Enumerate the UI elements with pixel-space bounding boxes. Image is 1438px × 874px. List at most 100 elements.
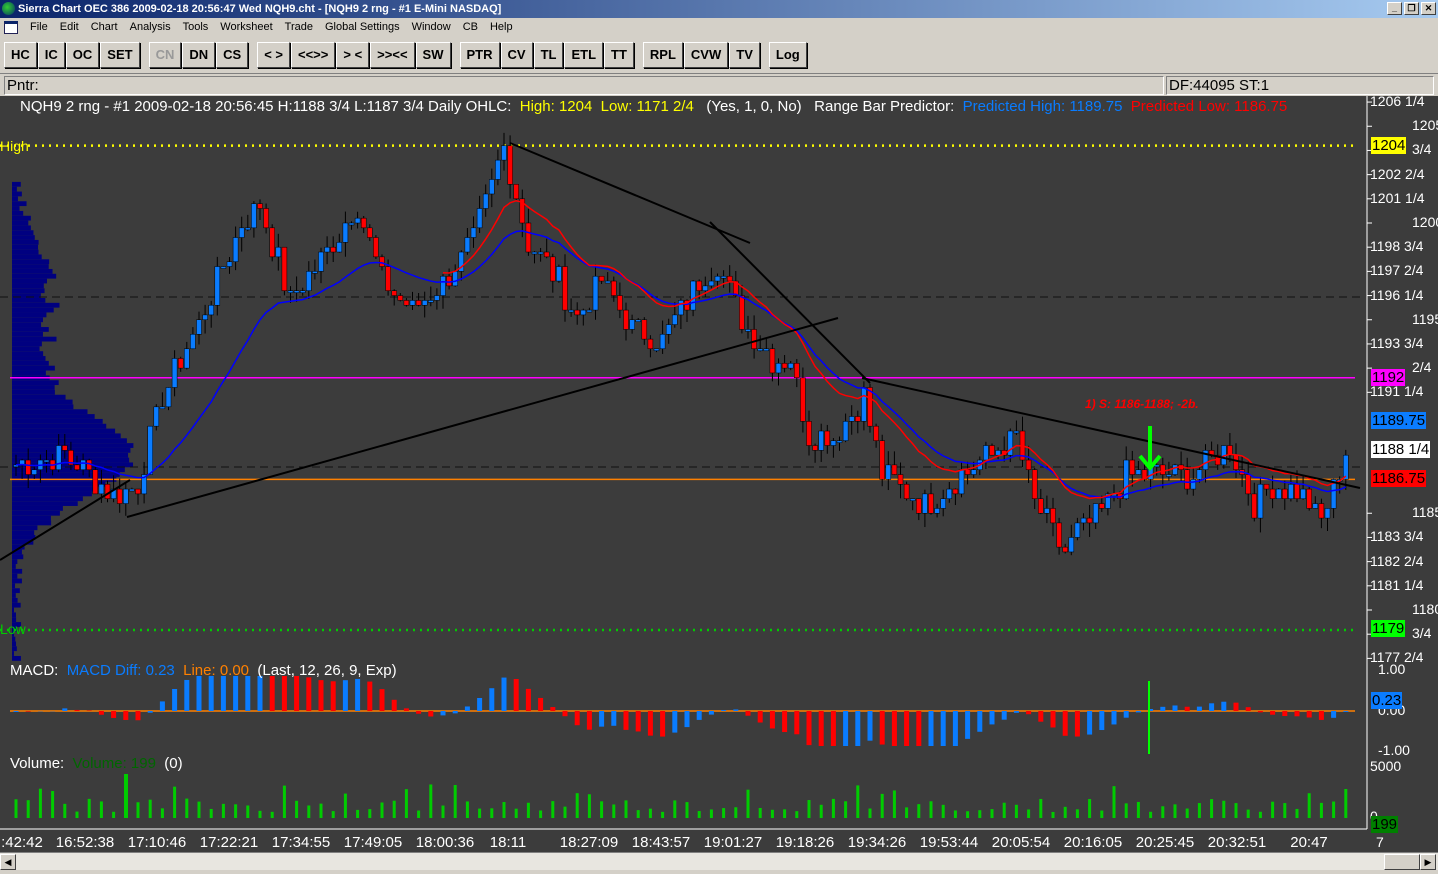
- chart-area[interactable]: NQH9 2 rng - #1 2009-02-18 20:56:45 H:11…: [0, 96, 1438, 852]
- close-button[interactable]: ✕: [1421, 2, 1436, 15]
- time-axis-label: 18:11: [489, 834, 527, 851]
- toolbar-button-rpl[interactable]: RPL: [642, 42, 683, 68]
- candle-body: [31, 469, 38, 475]
- candle-body: [1025, 459, 1032, 470]
- volume-legend: Volume: Volume: 199 (0): [10, 755, 183, 772]
- macd-histogram-bar: [1245, 707, 1251, 711]
- toolbar-button-log[interactable]: Log: [768, 42, 807, 68]
- candle-body: [1044, 508, 1050, 514]
- volume-bar: [1332, 801, 1336, 818]
- price-badge: 1189.75: [1371, 412, 1427, 430]
- menu-file[interactable]: File: [24, 18, 54, 37]
- candle-body: [1172, 464, 1178, 475]
- volume-profile-bar: [12, 230, 34, 236]
- toolbar-button-set[interactable]: SET: [100, 42, 140, 68]
- volume-bar: [758, 808, 762, 818]
- price-axis-label: 2/4: [1412, 359, 1432, 376]
- toolbar-button-oc[interactable]: OC: [65, 42, 100, 68]
- candle-body: [287, 290, 294, 293]
- macd-histogram-bar: [745, 711, 751, 716]
- toolbar-button-[interactable]: > <: [336, 42, 370, 68]
- candle-body: [293, 290, 300, 293]
- volume-bar: [124, 774, 128, 818]
- menu-worksheet[interactable]: Worksheet: [214, 18, 278, 37]
- app-logo-icon: [2, 2, 15, 15]
- toolbar-button-cvw[interactable]: CVW: [683, 42, 729, 68]
- volume-profile-bar: [12, 481, 106, 487]
- volume-bar: [392, 800, 396, 818]
- toolbar-button-[interactable]: < >: [257, 42, 290, 68]
- macd-histogram-bar: [147, 711, 153, 713]
- volume-profile-bar: [12, 578, 22, 584]
- menu-analysis[interactable]: Analysis: [124, 18, 177, 37]
- price-axis-label: 1201 1/4: [1370, 189, 1425, 206]
- menu-cb[interactable]: CB: [457, 18, 484, 37]
- minimize-button[interactable]: _: [1387, 2, 1402, 15]
- macd-histogram-bar: [1331, 711, 1337, 718]
- volume-profile-bar: [12, 394, 66, 400]
- macd-histogram-bar: [794, 711, 800, 735]
- volume-bar: [636, 810, 640, 818]
- candle-body: [348, 222, 355, 226]
- volume-bar: [953, 810, 957, 818]
- volume-bar: [880, 793, 884, 818]
- volume-profile-bar: [12, 496, 83, 502]
- menu-trade[interactable]: Trade: [279, 18, 319, 37]
- volume-profile-bar: [12, 501, 78, 506]
- volume-profile-bar: [12, 346, 40, 352]
- volume-bar: [404, 789, 408, 818]
- candle-body: [1184, 469, 1190, 490]
- document-icon[interactable]: [4, 21, 18, 34]
- candle-body: [470, 227, 477, 238]
- candle-body: [812, 445, 818, 451]
- toolbar-button-ic[interactable]: IC: [37, 42, 65, 68]
- maximize-button[interactable]: ❐: [1404, 2, 1419, 15]
- toolbar-button-[interactable]: <<>>: [291, 42, 336, 68]
- toolbar-button-sw[interactable]: SW: [415, 42, 451, 68]
- macd-histogram-bar: [891, 711, 897, 746]
- horizontal-scrollbar[interactable]: ◀ ▶: [0, 852, 1438, 870]
- candle-body: [354, 217, 361, 224]
- volume-bar: [234, 804, 238, 818]
- volume-profile-bar: [12, 249, 39, 255]
- menu-help[interactable]: Help: [484, 18, 519, 37]
- scroll-thumb[interactable]: [1384, 854, 1420, 870]
- candle-body: [928, 493, 934, 514]
- toolbar-button-cn[interactable]: CN: [148, 42, 182, 68]
- candle-body: [678, 300, 684, 316]
- price-axis-label: 1193 3/4: [1370, 334, 1424, 351]
- toolbar-button-ptr[interactable]: PTR: [459, 42, 500, 68]
- macd-histogram-bar: [538, 697, 544, 711]
- volume-bar: [1027, 809, 1031, 818]
- menu-edit[interactable]: Edit: [54, 18, 85, 37]
- candle-body: [995, 450, 1001, 456]
- toolbar-button-tl[interactable]: TL: [533, 42, 564, 68]
- price-chart-svg[interactable]: [0, 96, 1438, 852]
- candle-body: [598, 275, 605, 282]
- menu-global-settings[interactable]: Global Settings: [319, 18, 406, 37]
- toolbar-button-cv[interactable]: CV: [500, 42, 533, 68]
- macd-histogram-bar: [1160, 706, 1166, 711]
- candle-body: [1013, 430, 1020, 434]
- macd-histogram-bar: [1184, 706, 1190, 711]
- macd-histogram-bar: [1038, 711, 1044, 722]
- price-badge: 1188 1/4: [1371, 441, 1431, 459]
- menu-window[interactable]: Window: [406, 18, 457, 37]
- macd-value-badge: 0.23: [1371, 692, 1403, 709]
- scroll-right-button[interactable]: ▶: [1420, 854, 1436, 870]
- toolbar-button-tv[interactable]: TV: [729, 42, 760, 68]
- volume-profile-bar: [12, 307, 54, 313]
- menu-tools[interactable]: Tools: [177, 18, 215, 37]
- toolbar-button-etl[interactable]: ETL: [564, 42, 604, 68]
- scroll-left-button[interactable]: ◀: [0, 854, 16, 870]
- macd-histogram-bar: [647, 711, 653, 736]
- menu-chart[interactable]: Chart: [85, 18, 124, 37]
- toolbar-button-[interactable]: >><<: [370, 42, 415, 68]
- macd-histogram-bar: [855, 711, 861, 746]
- toolbar-button-cs[interactable]: CS: [216, 42, 249, 68]
- toolbar-button-hc[interactable]: HC: [4, 42, 37, 68]
- toolbar-button-dn[interactable]: DN: [182, 42, 216, 68]
- macd-histogram-bar: [318, 680, 324, 711]
- macd-histogram-bar: [1001, 711, 1007, 720]
- toolbar-button-tt[interactable]: TT: [604, 42, 634, 68]
